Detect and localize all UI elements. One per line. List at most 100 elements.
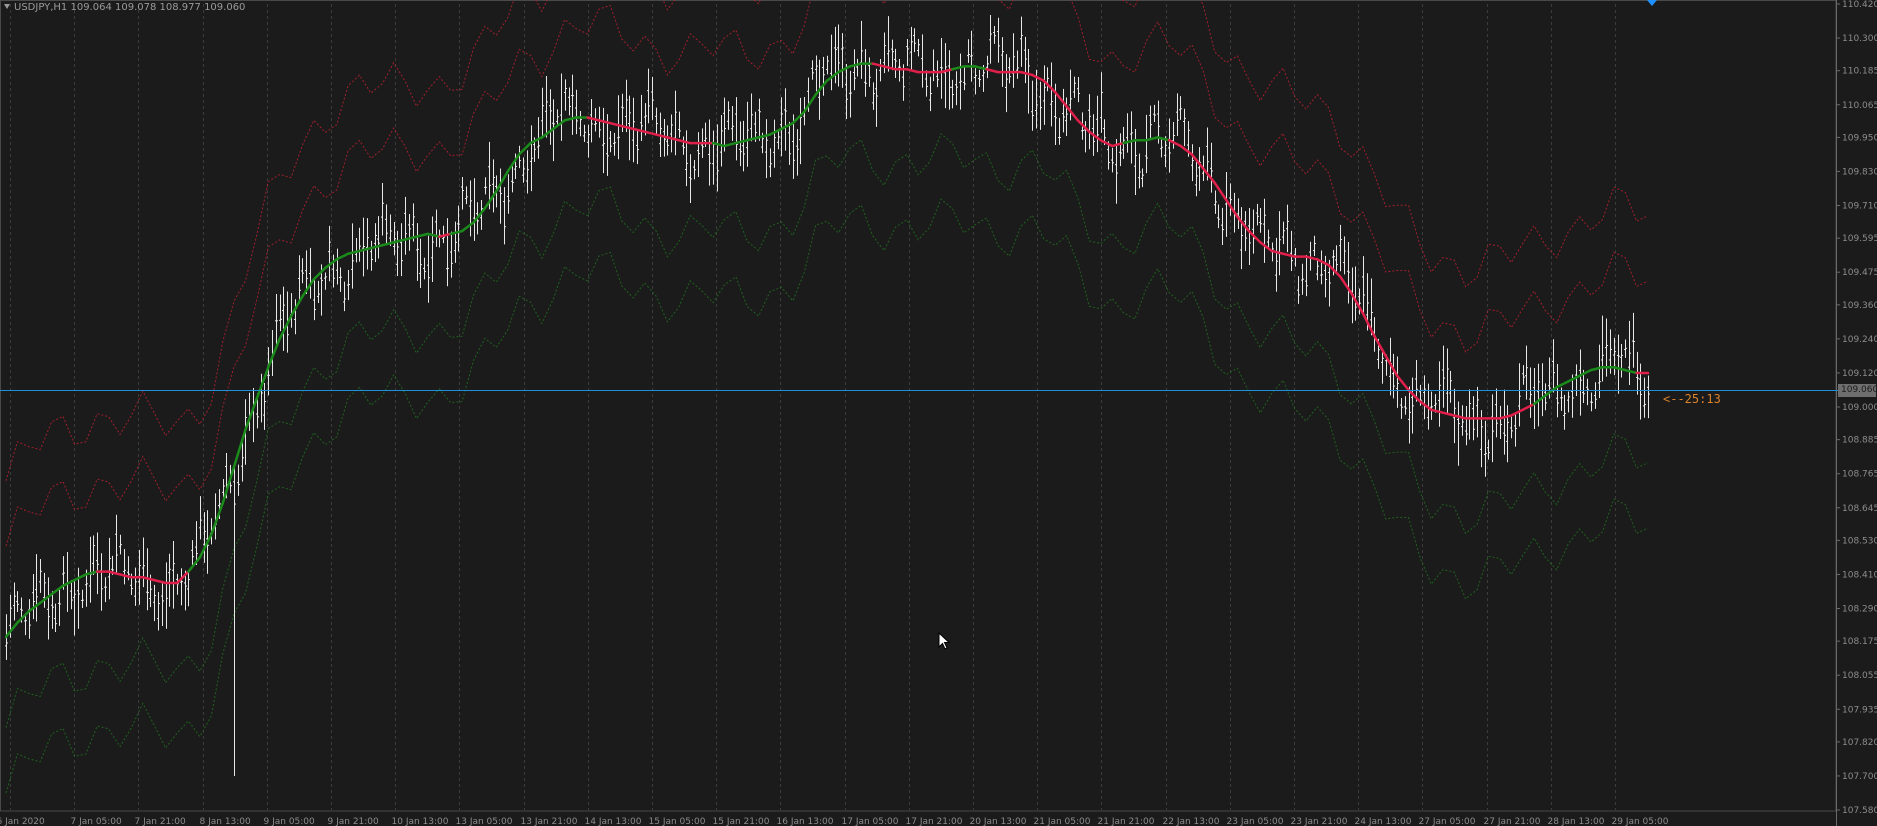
- ohlc-bar: [1282, 221, 1285, 245]
- chart-shift-marker-icon[interactable]: [1647, 0, 1657, 6]
- symbol-info-label[interactable]: USDJPY,H1 109.064 109.078 108.977 109.06…: [4, 2, 245, 13]
- ohlc-bar: [1286, 204, 1289, 253]
- ohlc-bar: [507, 174, 510, 214]
- ma-segment: [666, 136, 681, 142]
- ohlc-bar: [275, 294, 278, 350]
- ohlc-bar: [1126, 113, 1129, 153]
- ohlc-bar: [465, 186, 468, 205]
- ma-segment: [939, 68, 954, 74]
- ohlc-bar: [492, 159, 495, 213]
- price-tick-label: 107.700: [1842, 772, 1877, 782]
- ohlc-bar: [545, 76, 548, 138]
- ma-segment: [301, 278, 316, 298]
- ohlc-bar: [750, 93, 753, 142]
- ohlc-bar: [473, 178, 476, 241]
- ohlc-bar: [419, 238, 422, 288]
- collapse-triangle-icon[interactable]: [4, 4, 10, 9]
- ohlc-bar: [746, 101, 749, 167]
- ohlc-bar: [1111, 147, 1114, 173]
- ma-segment: [1316, 258, 1330, 267]
- ohlc-bar: [1005, 54, 1008, 113]
- ohlc-bar: [298, 255, 301, 304]
- time-tick-label: 27 Jan 21:00: [1484, 817, 1541, 826]
- ohlc-bar: [165, 562, 168, 629]
- ohlc-bar: [1335, 245, 1338, 273]
- ohlc-bar: [343, 281, 346, 312]
- ma-segment: [1395, 374, 1410, 392]
- ohlc-bar: [313, 278, 316, 321]
- ma-segment: [1042, 79, 1057, 94]
- ohlc-bar: [1567, 391, 1570, 413]
- ohlc-bar: [1594, 382, 1597, 409]
- ohlc-bar: [1590, 392, 1593, 412]
- ohlc-bar: [613, 132, 616, 156]
- ohlc-bar: [1316, 258, 1319, 281]
- price-tick-label: 108.410: [1842, 570, 1877, 580]
- ohlc-bar: [1552, 339, 1555, 393]
- mouse-cursor-icon: [938, 632, 951, 650]
- ohlc-bar: [1020, 16, 1023, 67]
- ohlc-bar: [879, 59, 882, 82]
- price-chart[interactable]: 110.420 110.300 110.185 110.065 109.950 109.8…: [0, 0, 1877, 826]
- ohlc-bar: [92, 535, 95, 576]
- ohlc-bar: [541, 87, 544, 139]
- ohlc-bar: [727, 101, 730, 130]
- ohlc-bar: [1214, 190, 1217, 214]
- ohlc-bar: [1522, 365, 1525, 385]
- ohlc-bar: [73, 579, 76, 636]
- ohlc-bar: [1305, 255, 1308, 297]
- ohlc-bar: [1449, 370, 1452, 403]
- ma-segment: [951, 65, 966, 71]
- ohlc-bar: [1579, 349, 1582, 416]
- ohlc-bar: [1115, 139, 1118, 204]
- ohlc-bar: [1320, 250, 1323, 285]
- time-tick-label: 27 Jan 05:00: [1419, 817, 1476, 826]
- ohlc-bar: [685, 130, 688, 187]
- time-tick-label: 15 Jan 05:00: [649, 817, 706, 826]
- ohlc-bar: [1601, 315, 1604, 382]
- ma-segment: [472, 207, 487, 224]
- ma-segment: [358, 246, 373, 253]
- ohlc-bar: [1179, 96, 1182, 120]
- ohlc-bar: [1598, 344, 1601, 398]
- ohlc-bar: [1278, 211, 1281, 276]
- ohlc-bar: [32, 574, 35, 620]
- ohlc-bar: [693, 159, 696, 180]
- ohlc-bar: [1240, 207, 1243, 270]
- ohlc-bar: [1491, 394, 1494, 463]
- time-tick-label: 17 Jan 05:00: [842, 817, 899, 826]
- ohlc-bar: [549, 89, 552, 145]
- ohlc-bar: [860, 20, 863, 79]
- ohlc-bar: [651, 77, 654, 120]
- ohlc-bar: [408, 213, 411, 251]
- ohlc-bar: [989, 15, 992, 64]
- ma-segment: [84, 570, 99, 576]
- ohlc-bar: [716, 124, 719, 192]
- ohlc-bar: [796, 129, 799, 176]
- time-tick-label: 23 Jan 05:00: [1227, 817, 1284, 826]
- ohlc-bar: [526, 150, 529, 194]
- ma-segment: [723, 141, 738, 148]
- lower-band-outer: [5, 198, 1649, 794]
- price-tick-label: 109.950: [1842, 133, 1877, 143]
- ohlc-bar: [1411, 377, 1414, 434]
- ohlc-bar: [431, 216, 434, 283]
- ohlc-bar: [925, 70, 928, 97]
- ma-segment: [267, 337, 281, 369]
- ohlc-bar: [1077, 77, 1080, 103]
- ohlc-bar: [1134, 129, 1137, 195]
- ohlc-bar: [1191, 144, 1194, 182]
- ohlc-bar: [936, 60, 939, 88]
- ohlc-bar: [450, 231, 453, 278]
- ohlc-bar: [1396, 356, 1399, 408]
- ohlc-bar: [815, 55, 818, 92]
- ohlc-bar: [396, 230, 399, 276]
- price-tick-label: 107.935: [1842, 705, 1877, 715]
- time-tick-label: 13 Jan 21:00: [521, 817, 578, 826]
- price-tick-label: 110.065: [1842, 101, 1877, 111]
- ohlc-bar: [1096, 95, 1099, 153]
- price-tick-label: 110.185: [1842, 67, 1877, 77]
- ohlc-bar: [568, 87, 571, 116]
- ohlc-bar: [963, 67, 966, 91]
- ohlc-bar: [906, 38, 909, 67]
